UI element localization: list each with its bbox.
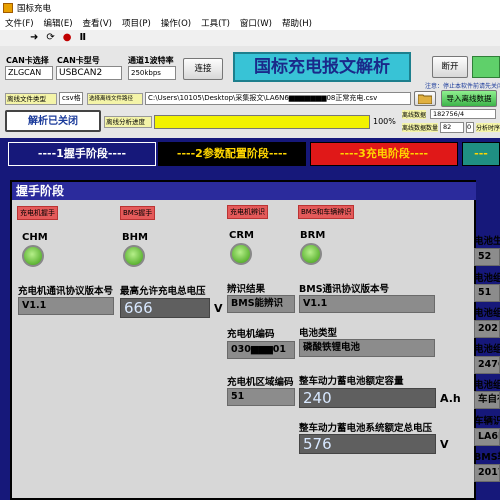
right-value-4: 车自有 <box>474 391 500 409</box>
disconnect-button[interactable]: 断开 <box>432 56 468 78</box>
chm-label: CHM <box>22 232 48 243</box>
crm-label: CRM <box>229 230 254 241</box>
right-value-3: 2476 <box>474 356 500 374</box>
tab-parameter-config[interactable]: ----2参数配置阶段---- <box>158 142 306 166</box>
brm-version-label: BMS通讯协议版本号 <box>299 284 390 295</box>
pause-icon[interactable]: Ⅱ <box>80 33 87 43</box>
chm-version-label: 充电机通讯协议版本号 <box>18 286 114 297</box>
browse-button[interactable] <box>414 91 436 106</box>
brm-voltage-value: 576 <box>299 434 436 454</box>
menu-view[interactable]: 查看(V) <box>78 17 117 29</box>
row-count-value: 82 <box>440 122 464 133</box>
right-label-1: 电池组 <box>474 273 500 284</box>
can-card-select-label: CAN卡选择 <box>6 56 49 65</box>
right-value-1: 51 <box>474 284 500 302</box>
right-label-0: 电池生 <box>474 236 500 247</box>
connection-status-indicator <box>472 56 500 78</box>
crm-area-value: 51 <box>227 388 295 406</box>
app-icon <box>3 3 13 13</box>
menu-edit[interactable]: 编辑(E) <box>39 17 78 29</box>
brm-capacity-value: 240 <box>299 388 436 408</box>
menu-bar: 文件(F) 编辑(E) 查看(V) 项目(P) 操作(O) 工具(T) 窗口(W… <box>0 16 500 30</box>
charger-identify-tag: 充电机辨识 <box>227 205 268 219</box>
analysis-position-label: 分析时序位置 <box>476 123 500 132</box>
tab-next[interactable]: --- <box>462 142 500 166</box>
run-continuously-icon[interactable]: ⟳ <box>46 33 54 43</box>
brm-indicator <box>300 243 322 265</box>
brm-voltage-unit: V <box>440 438 449 451</box>
brm-label: BRM <box>300 230 326 241</box>
menu-project[interactable]: 项目(P) <box>117 17 156 29</box>
brm-version-value: V1.1 <box>299 295 435 313</box>
tab-charging[interactable]: ----3充电阶段---- <box>310 142 458 166</box>
run-icon[interactable]: ➜ <box>30 33 38 43</box>
connect-button[interactable]: 连接 <box>183 58 223 80</box>
bhm-max-voltage-value: 666 <box>120 298 210 318</box>
right-value-2: 2021 <box>474 320 500 338</box>
progress-label: 离线分析进度 <box>104 116 152 128</box>
brm-battery-type-value: 磷酸铁锂电池 <box>299 339 435 357</box>
progress-fill <box>155 116 369 128</box>
brm-voltage-label: 整车动力蓄电池系统额定总电压 <box>299 423 433 434</box>
file-type-label: 离线文件类型 <box>5 93 57 105</box>
offline-count-label: 离线数据 <box>402 110 427 119</box>
abort-icon[interactable]: ● <box>63 33 72 43</box>
brm-battery-type-label: 电池类型 <box>299 328 338 339</box>
brm-capacity-unit: A.h <box>440 392 461 405</box>
bhm-indicator <box>123 245 145 267</box>
notice-text: 注意：停止本软件前请先关闭 <box>425 83 500 90</box>
right-value-6: 2017 <box>474 464 500 482</box>
charger-handshake-tag: 充电机握手 <box>17 206 58 220</box>
parse-toggle-button[interactable]: 解析已关闭 <box>5 110 101 132</box>
can-card-select[interactable]: ZLGCAN <box>5 66 53 80</box>
file-path-input[interactable]: C:\Users\10105\Desktop\采集报文\LA6N6▆▆▆▆▆▆▆… <box>145 92 411 105</box>
analysis-position-value: 0 <box>466 122 474 133</box>
can-card-model-label: CAN卡型号 <box>57 56 100 65</box>
tab-handshake[interactable]: ----1握手阶段---- <box>8 142 156 166</box>
bhm-max-voltage-unit: V <box>214 302 223 315</box>
crm-code-value: 030▆▆▆01 <box>227 341 295 359</box>
menu-help[interactable]: 帮助(H) <box>277 17 317 29</box>
progress-bar <box>154 115 370 129</box>
can-card-model-select[interactable]: USBCAN2 <box>56 66 122 80</box>
chm-indicator <box>22 245 44 267</box>
window-title: 国标充电 <box>17 4 52 14</box>
menu-tools[interactable]: 工具(T) <box>196 17 235 29</box>
handshake-title: 握手阶段 <box>12 182 476 200</box>
row-count-label: 离线数据数量 <box>402 123 439 132</box>
bhm-max-voltage-label: 最高允许充电总电压 <box>120 286 206 297</box>
right-label-6: BMS软 <box>474 452 500 463</box>
crm-result-value: BMS能辨识 <box>227 295 295 313</box>
crm-result-label: 辨识结果 <box>227 284 266 295</box>
folder-icon <box>417 94 433 105</box>
import-offline-data-button[interactable]: 导入离线数据 <box>441 90 497 107</box>
offline-count-value: 182756/4 <box>430 109 496 119</box>
chm-version-value: V1.1 <box>18 297 114 315</box>
progress-percent: 100% <box>373 117 396 126</box>
file-path-label: 选择离线文件路径 <box>87 93 143 105</box>
right-label-3: 电池组 <box>474 344 500 355</box>
brm-capacity-label: 整车动力蓄电池额定容量 <box>299 376 404 387</box>
toolbar: ➜ ⟳ ● Ⅱ <box>0 30 500 46</box>
right-label-4: 电池组 <box>474 380 500 391</box>
crm-area-label: 充电机区域编码 <box>227 377 294 388</box>
bms-vehicle-identify-tag: BMS和车辆辨识 <box>298 205 355 219</box>
crm-indicator <box>230 243 252 265</box>
bhm-label: BHM <box>122 232 148 243</box>
right-value-0: 52 <box>474 248 500 266</box>
right-label-5: 车辆识 <box>474 416 500 427</box>
right-label-2: 电池组 <box>474 308 500 319</box>
right-value-5: LA6N <box>474 428 500 446</box>
baud-rate-label: 通道1波特率 <box>128 56 174 65</box>
banner-title: 国标充电报文解析 <box>233 52 411 82</box>
menu-file[interactable]: 文件(F) <box>0 17 39 29</box>
baud-rate-select[interactable]: 250kbps <box>128 66 176 80</box>
menu-window[interactable]: 窗口(W) <box>235 17 277 29</box>
menu-operate[interactable]: 操作(O) <box>156 17 196 29</box>
crm-code-label: 充电机编码 <box>227 329 275 340</box>
title-bar: 国标充电 <box>0 0 500 16</box>
bms-handshake-tag: BMS握手 <box>120 206 156 220</box>
file-type-select[interactable]: csv格 <box>59 92 83 105</box>
